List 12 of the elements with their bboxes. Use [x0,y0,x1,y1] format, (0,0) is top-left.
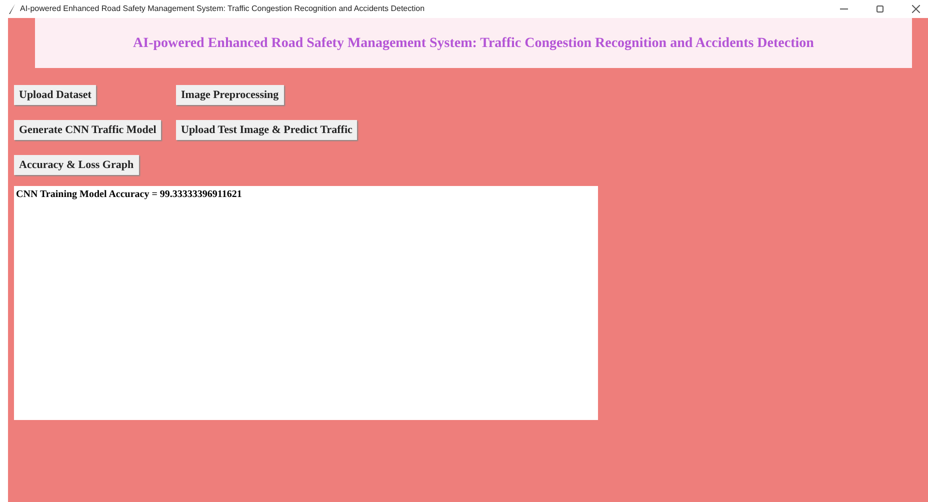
action-button[interactable]: Upload Dataset [14,85,96,106]
window-title: AI-powered Enhanced Road Safety Management System: Traffic Congestion Recognition and Accidents Detection [20,3,425,15]
action-button[interactable]: Upload Test Image & Predict Traffic [176,120,358,140]
output-text-area[interactable]: CNN Training Model Accuracy = 99.33333396911621 [14,186,598,420]
action-button[interactable]: Image Preprocessing [176,85,284,106]
feather-icon [8,4,16,14]
restore-icon[interactable] [876,5,884,13]
close-icon[interactable] [912,5,920,13]
action-button[interactable]: Generate CNN Traffic Model [14,120,162,140]
app-title: AI-powered Enhanced Road Safety Management System: Traffic Congestion Recognition and Accidents Detection [133,34,814,52]
action-button[interactable]: Accuracy & Loss Graph [14,155,139,176]
output-line: CNN Training Model Accuracy = 99.33333396911621 [16,188,243,202]
